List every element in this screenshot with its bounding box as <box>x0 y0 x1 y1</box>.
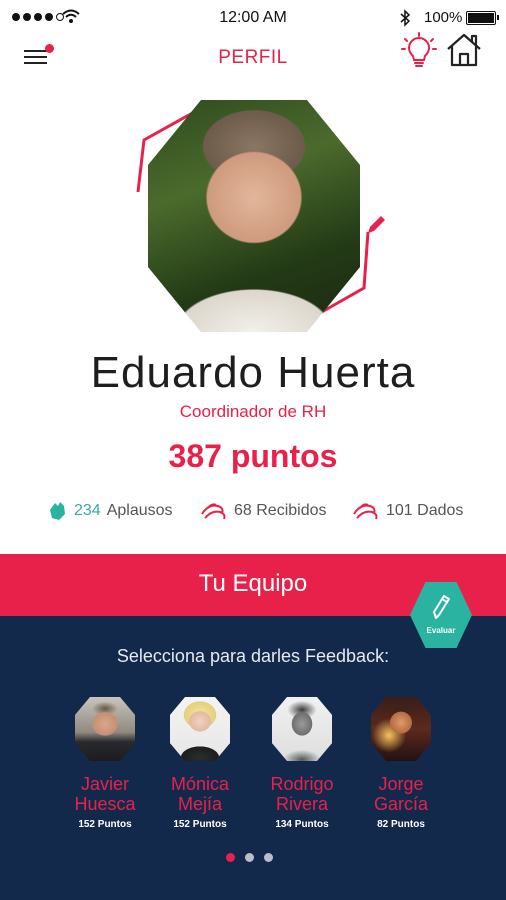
team-member-card[interactable]: Jorge García 82 Puntos <box>351 697 451 830</box>
profile-role: Coordinador de RH <box>179 402 327 421</box>
bluetooth-icon <box>400 9 411 27</box>
member-name: Rodrigo Rivera <box>270 774 334 814</box>
pagination-dot-3[interactable] <box>264 853 273 862</box>
profile-points: 387 puntos <box>168 438 338 474</box>
evaluate-label: Evaluar <box>426 626 456 635</box>
edit-pencil-icon[interactable] <box>364 213 388 237</box>
team-member-card[interactable]: Mónica Mejía 152 Puntos <box>150 697 250 830</box>
status-bar: 12:00 AM 100% <box>0 0 506 36</box>
stat-given[interactable]: 101 Dados <box>352 500 463 522</box>
evaluate-button[interactable]: Evaluar <box>410 582 472 648</box>
member-points: 152 Puntos <box>78 819 132 830</box>
given-icon <box>353 503 378 520</box>
member-points: 152 Puntos <box>173 819 227 830</box>
battery-icon <box>466 11 499 25</box>
avatar-photo <box>148 100 360 332</box>
applause-label: Aplausos <box>106 502 173 519</box>
lightbulb-icon[interactable] <box>401 32 437 70</box>
stat-applause[interactable]: 234 Aplausos <box>46 500 173 522</box>
member-avatar <box>272 697 332 761</box>
member-avatar <box>371 697 431 761</box>
home-icon[interactable] <box>445 32 483 68</box>
profile-stats: 234 Aplausos 68 Recibidos 101 Dados <box>0 500 506 530</box>
member-name: Javier Huesca <box>74 774 136 814</box>
applause-count: 234 <box>74 502 101 519</box>
member-name: Mónica Mejía <box>170 774 230 814</box>
team-member-card[interactable]: Rodrigo Rivera 134 Puntos <box>252 697 352 830</box>
received-label: 68 Recibidos <box>234 502 327 519</box>
pagination-dot-1[interactable] <box>226 853 235 862</box>
member-name: Jorge García <box>373 774 429 814</box>
battery-percent: 100% <box>424 9 463 26</box>
stat-received[interactable]: 68 Recibidos <box>200 500 327 522</box>
carousel-pagination <box>226 853 273 862</box>
profile-name: Eduardo Huerta <box>90 348 416 397</box>
applause-icon <box>50 502 65 520</box>
member-avatar <box>75 697 135 761</box>
received-icon <box>201 503 226 520</box>
profile-avatar[interactable] <box>120 92 390 342</box>
member-points: 134 Puntos <box>275 819 329 830</box>
team-member-card[interactable]: Javier Huesca 152 Puntos <box>55 697 155 830</box>
pencil-icon <box>433 595 450 619</box>
team-prompt: Selecciona para darles Feedback: <box>116 646 390 666</box>
pagination-dot-2[interactable] <box>245 853 254 862</box>
member-avatar <box>170 697 230 761</box>
member-points: 82 Puntos <box>377 819 425 830</box>
given-label: 101 Dados <box>386 502 464 519</box>
